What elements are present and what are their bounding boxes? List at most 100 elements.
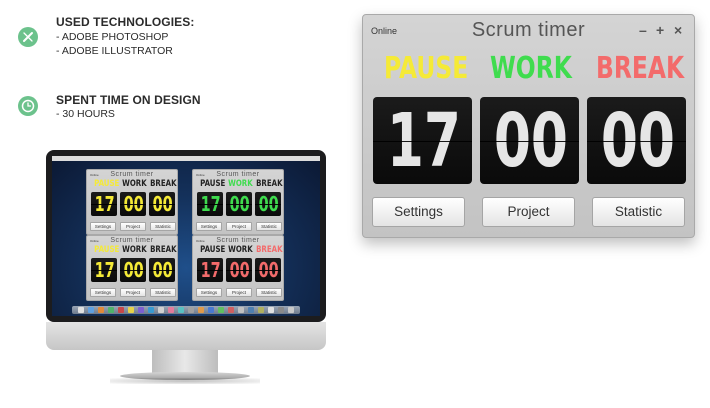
window-title: Scrum timer <box>216 171 260 178</box>
scrum-timer-window: Online Scrum timer – + × PAUSE WORK BREA… <box>362 14 695 238</box>
settings-button[interactable]: Settings <box>196 222 222 231</box>
mini-timer-window: Online Scrum timer PAUSE WORK BREAK 17 00 00 Set… <box>192 169 284 235</box>
dock-app-icon[interactable] <box>178 307 184 313</box>
maximize-button[interactable]: + <box>656 22 664 38</box>
digit-value: 00 <box>258 258 279 282</box>
window-title: Scrum timer <box>110 171 154 178</box>
pencil-ruler-icon <box>18 27 38 47</box>
seconds-digit: 00 <box>587 97 686 184</box>
dock-app-icon[interactable] <box>148 307 154 313</box>
timer-digit: 00 <box>149 192 175 216</box>
dock-app-icon[interactable] <box>78 307 84 313</box>
mini-timer-window: Online Scrum timer PAUSE WORK BREAK 17 00 00 Set… <box>86 169 178 235</box>
menu-bar <box>52 156 320 161</box>
close-button[interactable]: × <box>674 22 682 38</box>
settings-button[interactable]: Settings <box>90 288 116 297</box>
settings-button[interactable]: Settings <box>196 288 222 297</box>
design-time-heading: SPENT TIME ON DESIGN <box>56 93 201 107</box>
dock-app-icon[interactable] <box>118 307 124 313</box>
monitor-stand-neck <box>152 350 218 374</box>
state-pause[interactable]: PAUSE <box>94 179 119 189</box>
timer-digit: 00 <box>226 192 252 216</box>
technology-item: - ADOBE ILLUSTRATOR <box>56 45 173 57</box>
dock-app-icon[interactable] <box>198 307 204 313</box>
dock-app-icon[interactable] <box>108 307 114 313</box>
window-title: Scrum timer <box>110 237 154 244</box>
monitor-frame: Online Scrum timer PAUSE WORK BREAK 17 00 00 Set… <box>46 150 326 322</box>
clock-icon <box>18 96 38 116</box>
minimize-button[interactable]: – <box>639 22 647 38</box>
minutes-digit: 00 <box>480 97 579 184</box>
timer-digit: 17 <box>91 192 117 216</box>
dock-app-icon[interactable] <box>258 307 264 313</box>
state-break[interactable]: BREAK <box>150 245 176 255</box>
project-button[interactable]: Project <box>120 288 146 297</box>
dock-app-icon[interactable] <box>288 307 294 313</box>
digit-value: 00 <box>229 192 250 216</box>
state-pause[interactable]: PAUSE <box>94 245 119 255</box>
dock-app-icon[interactable] <box>248 307 254 313</box>
seconds-value: 00 <box>600 97 676 184</box>
mini-timer-window: Online Scrum timer PAUSE WORK BREAK 17 00 00 Set… <box>192 235 284 301</box>
state-break[interactable]: BREAK <box>596 51 684 86</box>
dock-app-icon[interactable] <box>138 307 144 313</box>
state-work[interactable]: WORK <box>122 245 147 255</box>
dock-app-icon[interactable] <box>158 307 164 313</box>
dock-app-icon[interactable] <box>268 307 274 313</box>
state-work[interactable]: WORK <box>228 179 253 189</box>
state-break[interactable]: BREAK <box>150 179 176 189</box>
dock-app-icon[interactable] <box>278 307 284 313</box>
state-work[interactable]: WORK <box>490 51 572 86</box>
timer-digit: 00 <box>149 258 175 282</box>
timer-digit: 00 <box>226 258 252 282</box>
state-break[interactable]: BREAK <box>256 245 282 255</box>
digit-value: 00 <box>258 192 279 216</box>
digit-value: 00 <box>229 258 250 282</box>
state-work[interactable]: WORK <box>228 245 253 255</box>
digit-value: 17 <box>200 258 221 282</box>
settings-button[interactable]: Settings <box>90 222 116 231</box>
dock-app-icon[interactable] <box>228 307 234 313</box>
state-pause[interactable]: PAUSE <box>200 179 225 189</box>
design-time-value: - 30 HOURS <box>56 108 115 120</box>
statistic-button[interactable]: Statistic <box>256 222 282 231</box>
dock-app-icon[interactable] <box>238 307 244 313</box>
statistic-button[interactable]: Statistic <box>150 288 176 297</box>
digit-value: 00 <box>123 258 144 282</box>
timer-digit: 00 <box>120 258 146 282</box>
timer-digit: 00 <box>255 258 281 282</box>
timer-digit: 00 <box>255 192 281 216</box>
technologies-heading: USED TECHNOLOGIES: <box>56 15 195 29</box>
desktop-screen: Online Scrum timer PAUSE WORK BREAK 17 00 00 Set… <box>52 156 320 316</box>
mini-timer-window: Online Scrum timer PAUSE WORK BREAK 17 00 00 Set… <box>86 235 178 301</box>
statistic-button[interactable]: Statistic <box>150 222 176 231</box>
state-break[interactable]: BREAK <box>256 179 282 189</box>
project-button[interactable]: Project <box>226 222 252 231</box>
dock-app-icon[interactable] <box>208 307 214 313</box>
state-work[interactable]: WORK <box>122 179 147 189</box>
dock-app-icon[interactable] <box>88 307 94 313</box>
settings-button[interactable]: Settings <box>372 197 465 227</box>
project-button[interactable]: Project <box>120 222 146 231</box>
technology-item: - ADOBE PHOTOSHOP <box>56 31 169 43</box>
statistic-button[interactable]: Statistic <box>592 197 685 227</box>
project-button[interactable]: Project <box>482 197 575 227</box>
dock-app-icon[interactable] <box>188 307 194 313</box>
project-button[interactable]: Project <box>226 288 252 297</box>
dock-app-icon[interactable] <box>218 307 224 313</box>
dock-app-icon[interactable] <box>98 307 104 313</box>
digit-value: 17 <box>94 192 115 216</box>
statistic-button[interactable]: Statistic <box>256 288 282 297</box>
digit-value: 00 <box>152 258 173 282</box>
digit-value: 17 <box>94 258 115 282</box>
monitor-chin <box>46 322 326 350</box>
window-title: Scrum timer <box>216 237 260 244</box>
digit-value: 00 <box>152 192 173 216</box>
timer-digit: 00 <box>120 192 146 216</box>
digit-value: 00 <box>123 192 144 216</box>
dock <box>72 306 300 314</box>
dock-app-icon[interactable] <box>128 307 134 313</box>
state-pause[interactable]: PAUSE <box>200 245 225 255</box>
dock-app-icon[interactable] <box>168 307 174 313</box>
state-pause[interactable]: PAUSE <box>384 51 468 86</box>
